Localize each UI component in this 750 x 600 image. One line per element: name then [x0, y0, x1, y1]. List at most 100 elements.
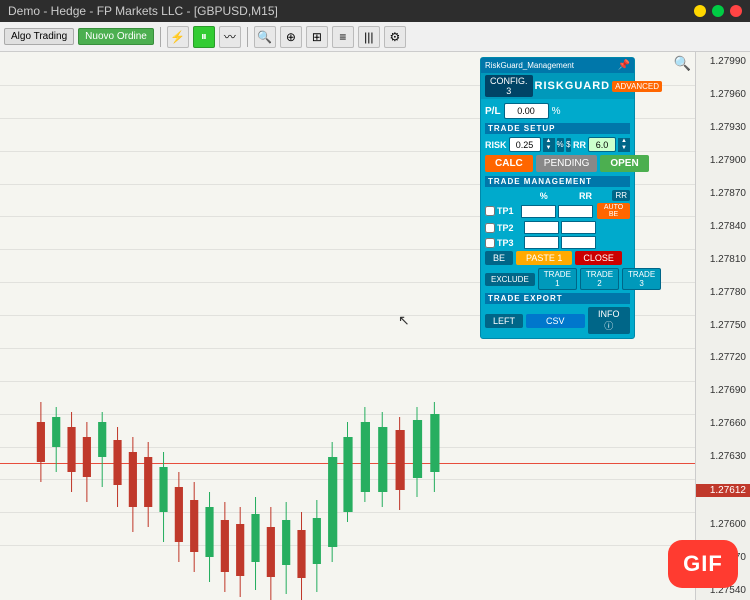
chart-area[interactable]: ↖ RiskGuard_Management 📌 CONFIG. 3 RISKG… [0, 52, 695, 600]
risk-updown[interactable]: ▲ ▼ [543, 138, 555, 152]
sep1 [160, 27, 161, 47]
trade2-btn[interactable]: TRADE 2 [580, 268, 619, 290]
rr-col-header: RR [567, 191, 605, 201]
tp3-checkbox[interactable] [485, 238, 495, 248]
action-buttons: CALC PENDING OPEN [485, 155, 630, 172]
price-1.27600: 1.27600 [696, 519, 750, 530]
close-trade-button[interactable]: CLOSE [575, 251, 622, 265]
settings-icon[interactable]: ⚙ [384, 26, 406, 48]
maximize-btn[interactable] [712, 5, 724, 17]
tp2-checkbox[interactable] [485, 223, 495, 233]
pl-unit: % [552, 106, 561, 117]
indicator-icon[interactable]: ⚡ [167, 26, 189, 48]
pending-button[interactable]: PENDING [536, 155, 598, 172]
risk-down-btn[interactable]: ▼ [543, 145, 555, 152]
exclude-button[interactable]: EXCLUDE [485, 273, 535, 286]
wave-icon[interactable]: 〰 [219, 26, 241, 48]
main-area: ↖ RiskGuard_Management 📌 CONFIG. 3 RISKG… [0, 52, 750, 600]
riskguard-title: RISKGUARD [535, 80, 611, 92]
tp2-pct-input[interactable] [524, 221, 559, 234]
csv-button[interactable]: CSV [526, 314, 585, 328]
auto-be-btn[interactable]: AUTO BE [597, 203, 630, 219]
price-1.27870: 1.27870 [696, 188, 750, 199]
exclude-row: EXCLUDE TRADE 1 TRADE 2 TRADE 3 [485, 268, 630, 290]
risk-up-btn[interactable]: ▲ [543, 138, 555, 145]
pause-icon[interactable]: ⏸ [193, 26, 215, 48]
advanced-badge[interactable]: ADVANCED [612, 81, 662, 92]
trade-mgmt-header: % RR RR [485, 190, 630, 201]
window-controls[interactable] [694, 5, 742, 17]
panel-pin-icon[interactable]: 📌 [618, 60, 630, 71]
price-1.27990: 1.27990 [696, 56, 750, 67]
risk-input[interactable] [509, 137, 541, 152]
rr-up-btn[interactable]: ▲ [618, 138, 630, 145]
panel-title-label: RiskGuard_Management [485, 61, 574, 70]
pct-col-header: % [525, 191, 563, 201]
price-1.27930: 1.27930 [696, 122, 750, 133]
price-1.27660: 1.27660 [696, 418, 750, 429]
pl-row: P/L % [485, 103, 630, 119]
trade-management-label: TRADE MANAGEMENT [485, 176, 630, 187]
risk-label: RISK [485, 140, 507, 150]
rr-input[interactable] [588, 137, 616, 152]
tp1-rr-input[interactable] [558, 205, 593, 218]
tp2-label: TP2 [497, 223, 522, 233]
open-button[interactable]: OPEN [600, 155, 648, 172]
rr-badge: RR [612, 190, 630, 201]
tp1-pct-input[interactable] [521, 205, 556, 218]
tp3-rr-input[interactable] [561, 236, 596, 249]
close-btn[interactable] [730, 5, 742, 17]
tp1-label: TP1 [497, 206, 519, 216]
risk-dollar-btn[interactable]: $ [566, 138, 571, 152]
rr-down-btn[interactable]: ▼ [618, 145, 630, 152]
paste-button[interactable]: PASTE 1 [516, 251, 572, 265]
rr-updown[interactable]: ▲ ▼ [618, 138, 630, 152]
price-1.27810: 1.27810 [696, 254, 750, 265]
panel-body: P/L % TRADE SETUP RISK ▲ ▼ % $ RR [481, 99, 634, 338]
trade-export-label: TRADE EXPORT [485, 293, 630, 304]
left-button[interactable]: LEFT [485, 314, 523, 328]
candles-icon[interactable]: ||| [358, 26, 380, 48]
risk-pct-btn[interactable]: % [557, 138, 564, 152]
bottom-btn-row: BE PASTE 1 CLOSE [485, 251, 630, 265]
toolbar: Algo Trading Nuovo Ordine ⚡ ⏸ 〰 🔍 ⊕ ⊞ ≡ … [0, 22, 750, 52]
minimize-btn[interactable] [694, 5, 706, 17]
price-1.27840: 1.27840 [696, 221, 750, 232]
gif-label: GIF [683, 551, 723, 577]
tp2-rr-input[interactable] [561, 221, 596, 234]
be-button[interactable]: BE [485, 251, 513, 265]
price-1.27612-highlighted: 1.27612 [696, 484, 750, 497]
algo-trading-btn[interactable]: Algo Trading [4, 28, 74, 45]
tp1-checkbox[interactable] [485, 206, 495, 216]
tp3-pct-input[interactable] [524, 236, 559, 249]
tp2-row: TP2 [485, 221, 630, 234]
price-axis: 1.27990 1.27960 1.27930 1.27900 1.27870 … [695, 52, 750, 600]
price-1.27690: 1.27690 [696, 385, 750, 396]
calc-button[interactable]: CALC [485, 155, 533, 172]
zoom-out-icon[interactable]: 🔍 [254, 26, 276, 48]
info-button[interactable]: INFO ⓘ [588, 307, 630, 334]
mouse-cursor: ↖ [398, 312, 410, 329]
panel-tabs: CONFIG. 3 RISKGUARD ADVANCED [481, 73, 634, 99]
tp3-row: TP3 [485, 236, 630, 249]
price-1.27780: 1.27780 [696, 287, 750, 298]
zoom-in-icon[interactable]: ⊕ [280, 26, 302, 48]
riskguard-panel: RiskGuard_Management 📌 CONFIG. 3 RISKGUA… [480, 57, 635, 339]
trade-setup-label: TRADE SETUP [485, 123, 630, 134]
bars-icon[interactable]: ≡ [332, 26, 354, 48]
sep2 [247, 27, 248, 47]
pl-input[interactable] [504, 103, 549, 119]
export-row: LEFT CSV INFO ⓘ [485, 307, 630, 334]
title-bar: Demo - Hedge - FP Markets LLC - [GBPUSD,… [0, 0, 750, 22]
config-tab[interactable]: CONFIG. 3 [485, 75, 533, 97]
trade3-btn[interactable]: TRADE 3 [622, 268, 661, 290]
nuovo-ordine-btn[interactable]: Nuovo Ordine [78, 28, 154, 45]
risk-row: RISK ▲ ▼ % $ RR ▲ ▼ [485, 137, 630, 152]
tp1-row: TP1 AUTO BE [485, 203, 630, 219]
trade1-btn[interactable]: TRADE 1 [538, 268, 577, 290]
gif-badge[interactable]: GIF [668, 540, 738, 588]
grid-icon[interactable]: ⊞ [306, 26, 328, 48]
price-1.27960: 1.27960 [696, 89, 750, 100]
chart-search-icon[interactable]: 🔍 [674, 55, 691, 72]
price-1.27630: 1.27630 [696, 451, 750, 462]
